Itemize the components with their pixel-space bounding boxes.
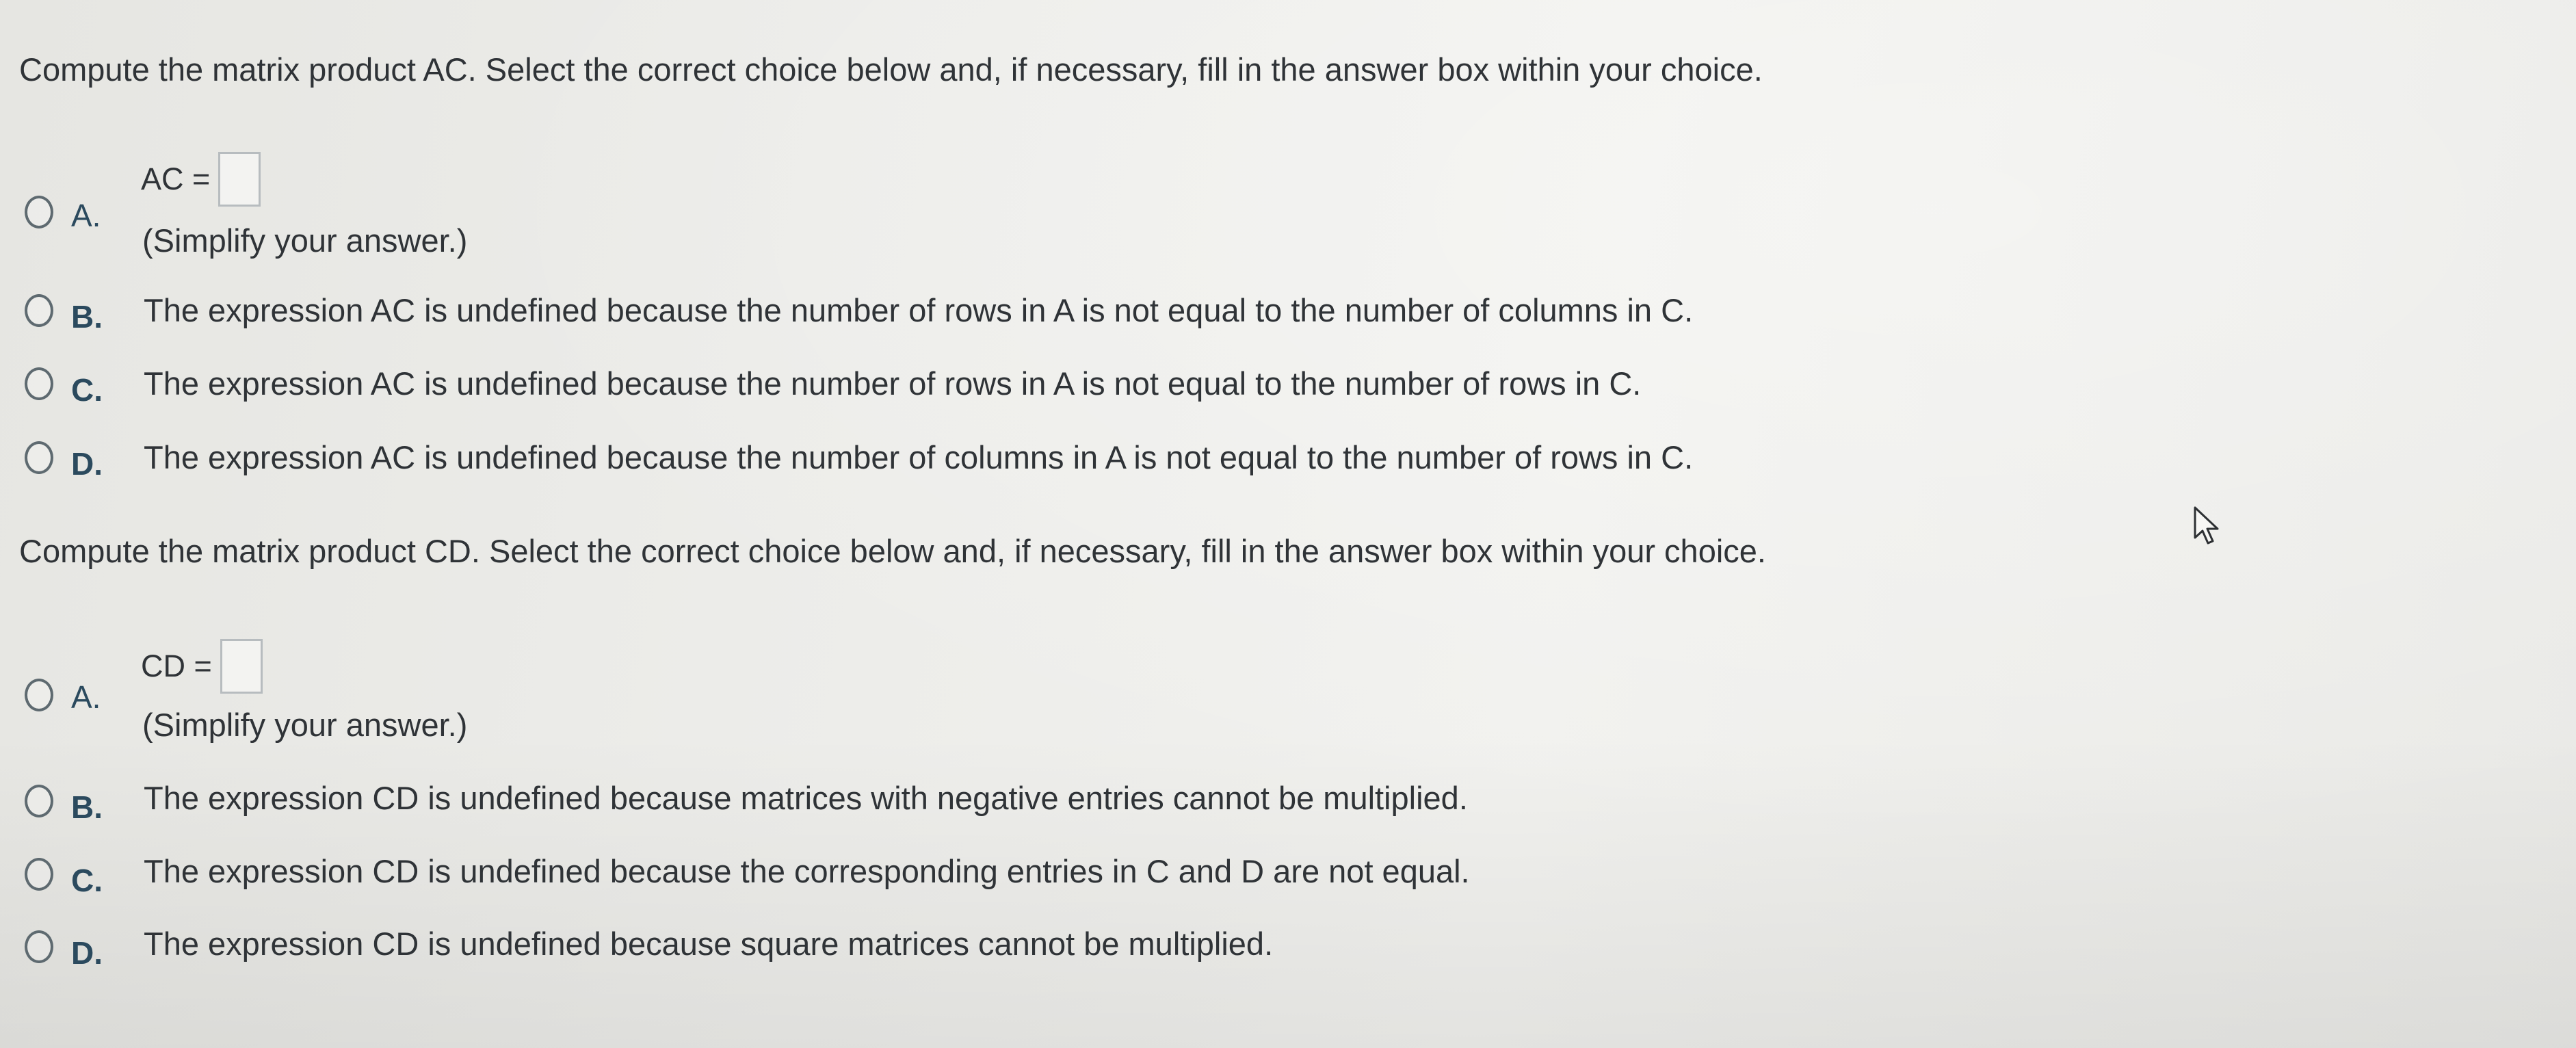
choice-text: The expression AC is undefined because t… xyxy=(144,292,1694,328)
radio-ac-d[interactable] xyxy=(25,441,53,474)
radio-ac-b[interactable] xyxy=(25,294,53,327)
choice-letter: A. xyxy=(71,198,101,233)
choice-letter: D. xyxy=(71,446,103,482)
hint-simplify: (Simplify your answer.) xyxy=(142,222,468,259)
equation-label: CD = xyxy=(141,649,212,683)
radio-cd-d[interactable] xyxy=(25,930,53,963)
choice-letter: D. xyxy=(71,935,103,971)
answer-box-cd[interactable] xyxy=(220,639,263,694)
equation-label: AC = xyxy=(141,161,211,196)
choice-letter: A. xyxy=(71,679,101,715)
equation-cd: CD = xyxy=(141,639,263,694)
choice-text: The expression CD is undefined because t… xyxy=(144,853,1470,889)
background-shading xyxy=(0,0,2576,1048)
choice-letter: C. xyxy=(71,863,103,898)
radio-cd-a[interactable] xyxy=(25,679,53,711)
choice-letter: C. xyxy=(71,372,103,408)
mouse-pointer-icon xyxy=(2194,506,2219,545)
question-ac: Compute the matrix product AC. Select th… xyxy=(19,51,1763,88)
radio-ac-a[interactable] xyxy=(25,196,53,228)
choice-text: The expression CD is undefined because s… xyxy=(144,926,1274,962)
choice-text: The expression AC is undefined because t… xyxy=(144,439,1694,475)
question-cd: Compute the matrix product CD. Select th… xyxy=(19,533,1766,569)
choice-letter: B. xyxy=(71,299,103,335)
hint-simplify: (Simplify your answer.) xyxy=(142,707,468,743)
answer-box-ac[interactable] xyxy=(218,152,261,207)
equation-ac: AC = xyxy=(141,152,261,207)
radio-ac-c[interactable] xyxy=(25,367,53,400)
choice-text: The expression CD is undefined because m… xyxy=(144,780,1468,816)
radio-cd-c[interactable] xyxy=(25,858,53,891)
choice-letter: B. xyxy=(71,789,103,825)
choice-text: The expression AC is undefined because t… xyxy=(144,365,1642,402)
radio-cd-b[interactable] xyxy=(25,785,53,817)
